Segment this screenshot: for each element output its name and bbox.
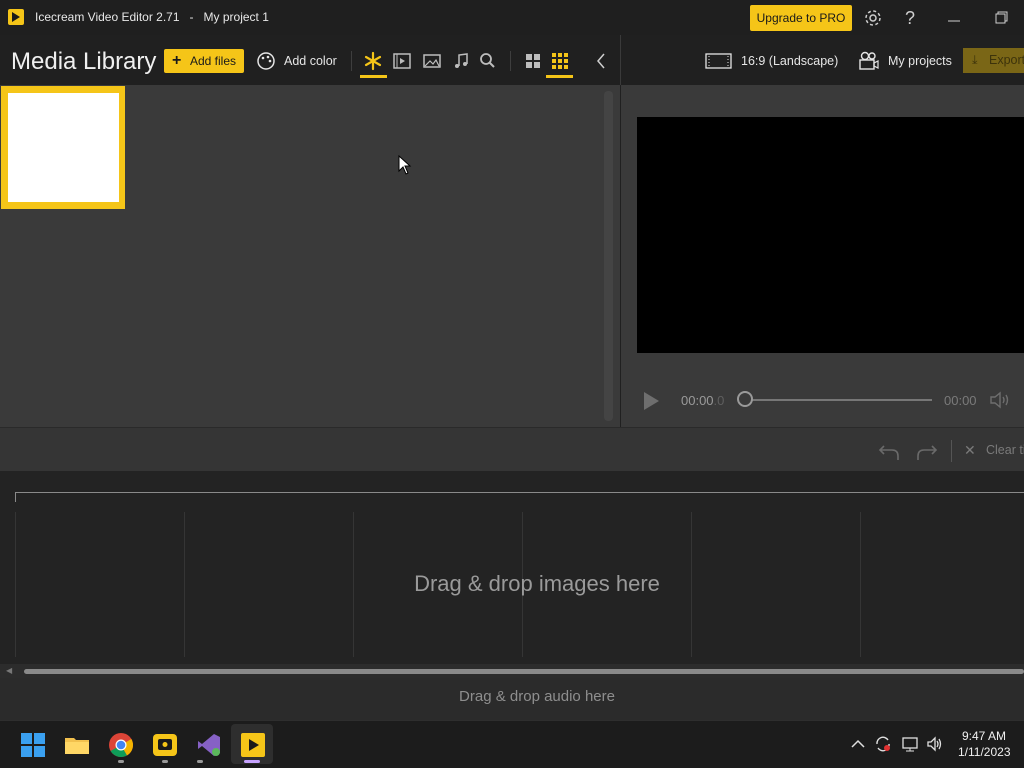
windows-start-icon[interactable] bbox=[20, 732, 46, 758]
image-filter-icon[interactable] bbox=[422, 51, 442, 71]
media-thumbnail-image[interactable] bbox=[8, 93, 119, 202]
clear-timeline-label: Clear timeline bbox=[986, 443, 1024, 457]
sync-icon[interactable] bbox=[874, 735, 892, 753]
export-icon: ⤓ bbox=[972, 53, 978, 67]
add-files-label: Add files bbox=[190, 54, 237, 68]
running-indicator bbox=[162, 760, 168, 763]
export-button[interactable]: ⤓ Export bbox=[963, 48, 1024, 73]
window-title: Icecream Video Editor 2.71 - My project … bbox=[35, 10, 269, 24]
speaker-icon[interactable] bbox=[926, 735, 944, 753]
timeline-scroll-thumb[interactable] bbox=[24, 669, 1024, 674]
running-indicator bbox=[118, 760, 124, 763]
current-time-fraction: .0 bbox=[713, 393, 725, 408]
timeline-ruler-tick bbox=[15, 492, 16, 502]
export-label: Export bbox=[989, 53, 1024, 67]
icecream-video-editor-icon[interactable] bbox=[240, 732, 266, 758]
current-time: 00:00.0 bbox=[681, 393, 724, 408]
timeline-toolbar bbox=[0, 427, 1024, 471]
app-logo-icon bbox=[8, 9, 24, 25]
upgrade-to-pro-button[interactable]: Upgrade to PRO bbox=[750, 5, 852, 31]
add-files-button[interactable]: + Add files bbox=[164, 49, 244, 73]
volume-icon[interactable] bbox=[989, 390, 1013, 415]
aspect-ratio-icon bbox=[705, 53, 732, 69]
running-indicator bbox=[197, 760, 203, 763]
library-scrollbar[interactable] bbox=[604, 91, 613, 421]
play-icon[interactable] bbox=[642, 391, 660, 416]
seek-handle[interactable] bbox=[737, 391, 753, 407]
add-color-label: Add color bbox=[284, 54, 337, 68]
video-filter-icon[interactable] bbox=[392, 51, 412, 71]
toolbar-divider bbox=[351, 51, 352, 71]
my-projects-label: My projects bbox=[888, 54, 952, 68]
chevron-left-icon[interactable] bbox=[591, 51, 611, 71]
audio-drop-zone[interactable]: Drag & drop audio here bbox=[0, 688, 1024, 705]
minimize-icon[interactable] bbox=[944, 8, 964, 28]
camera-icon bbox=[859, 51, 879, 70]
active-filter-underline bbox=[360, 75, 387, 78]
active-view-underline bbox=[546, 75, 573, 78]
image-drop-zone[interactable]: Drag & drop images here bbox=[0, 571, 1024, 597]
clock-date[interactable]: 1/11/2023 bbox=[958, 745, 1011, 759]
star-filter-icon[interactable] bbox=[363, 51, 383, 71]
chevron-up-icon[interactable] bbox=[849, 735, 867, 753]
clear-timeline-button[interactable]: ✕ Clear timeline bbox=[964, 443, 1024, 459]
palette-icon bbox=[257, 52, 275, 70]
timeline-panel bbox=[0, 471, 1024, 664]
icecream-recorder-icon[interactable] bbox=[152, 732, 178, 758]
close-icon: ✕ bbox=[964, 443, 976, 458]
active-task-indicator bbox=[244, 760, 260, 763]
redo-icon[interactable] bbox=[916, 440, 938, 467]
network-icon[interactable] bbox=[901, 735, 919, 753]
current-time-value: 00:00 bbox=[681, 393, 714, 408]
visual-studio-icon[interactable] bbox=[196, 732, 222, 758]
toolbar-divider bbox=[510, 51, 511, 71]
file-explorer-icon[interactable] bbox=[64, 732, 90, 758]
panel-divider bbox=[620, 35, 621, 85]
seek-bar[interactable] bbox=[746, 399, 932, 401]
restore-icon[interactable] bbox=[991, 8, 1011, 28]
mouse-cursor-icon bbox=[398, 154, 412, 180]
scroll-left-icon[interactable]: ◀ bbox=[6, 666, 12, 675]
help-icon[interactable]: ? bbox=[900, 8, 920, 28]
large-grid-icon[interactable] bbox=[523, 51, 543, 71]
timeline-ruler[interactable] bbox=[15, 492, 1024, 493]
undo-icon[interactable] bbox=[878, 440, 900, 467]
media-library-title: Media Library bbox=[11, 48, 157, 75]
chrome-icon[interactable] bbox=[108, 732, 134, 758]
plus-icon: + bbox=[172, 52, 182, 69]
search-icon[interactable] bbox=[478, 51, 498, 71]
total-time: 00:00 bbox=[944, 393, 977, 408]
video-preview[interactable] bbox=[637, 117, 1024, 353]
small-grid-icon[interactable] bbox=[550, 51, 570, 71]
clock-time[interactable]: 9:47 AM bbox=[962, 729, 1006, 743]
aspect-ratio-label: 16:9 (Landscape) bbox=[741, 54, 839, 68]
music-filter-icon[interactable] bbox=[451, 51, 471, 71]
timeline-toolbar-divider bbox=[951, 440, 952, 462]
gear-icon[interactable] bbox=[863, 8, 883, 28]
